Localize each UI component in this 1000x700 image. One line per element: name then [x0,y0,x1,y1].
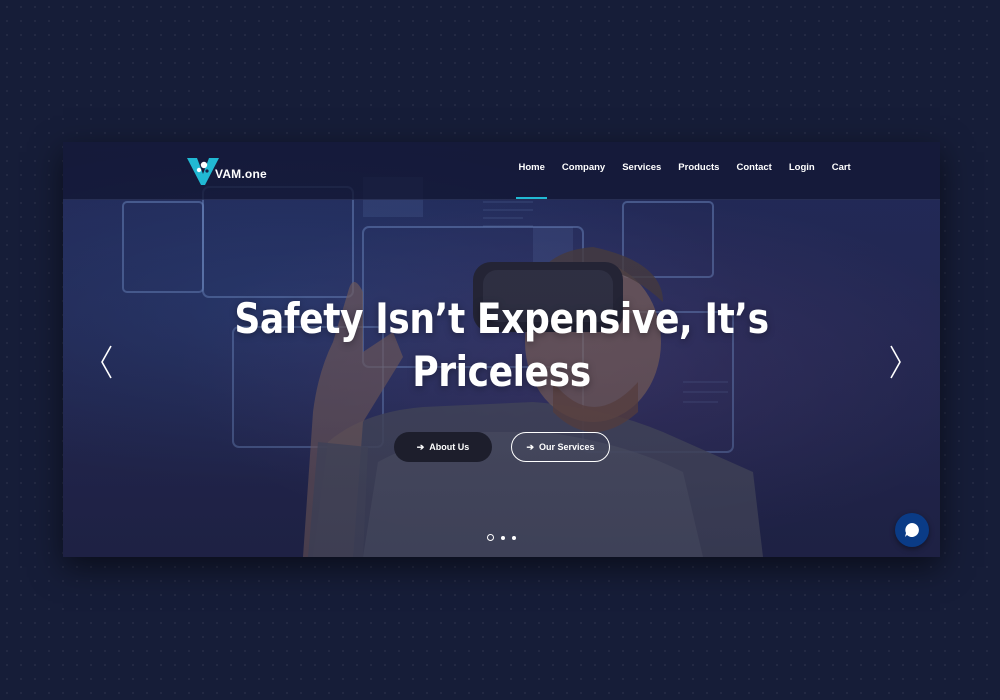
slide-dot-1[interactable] [487,534,494,541]
nav-services[interactable]: Services [614,162,670,173]
chevron-left-icon[interactable] [99,344,115,380]
hero-headline: Safety Isn’t Expensive, It’s Priceless [124,292,878,398]
nav-home[interactable]: Home [510,162,553,199]
nav-company[interactable]: Company [553,162,613,173]
our-services-button[interactable]: ➔ Our Services [511,432,610,462]
nav-menu: Home Company Services Products Contact L… [510,162,859,199]
hero-headline-line-2: Priceless [412,347,591,396]
logo[interactable]: VAM.one [187,156,267,186]
nav-contact[interactable]: Contact [728,162,780,173]
website-preview: VAM.one Home Company Services Products C… [63,142,940,557]
about-us-button[interactable]: ➔ About Us [394,432,492,462]
chevron-right-icon[interactable] [887,344,903,380]
chat-icon [905,523,919,537]
arrow-right-icon: ➔ [416,441,425,452]
our-services-label: Our Services [539,442,595,452]
nav-cart[interactable]: Cart [823,162,859,173]
logo-text: VAM.one [215,167,267,181]
nav-login[interactable]: Login [780,162,823,173]
about-us-label: About Us [429,442,470,452]
slide-dot-2[interactable] [501,535,505,540]
chat-button[interactable] [895,513,929,547]
nav-products[interactable]: Products [670,162,728,173]
slider-pagination [487,534,516,541]
arrow-right-icon: ➔ [526,441,534,452]
hero-headline-line-1: Safety Isn’t Expensive, It’s [234,294,769,343]
navbar: VAM.one Home Company Services Products C… [63,142,940,200]
slide-dot-3[interactable] [512,535,516,540]
